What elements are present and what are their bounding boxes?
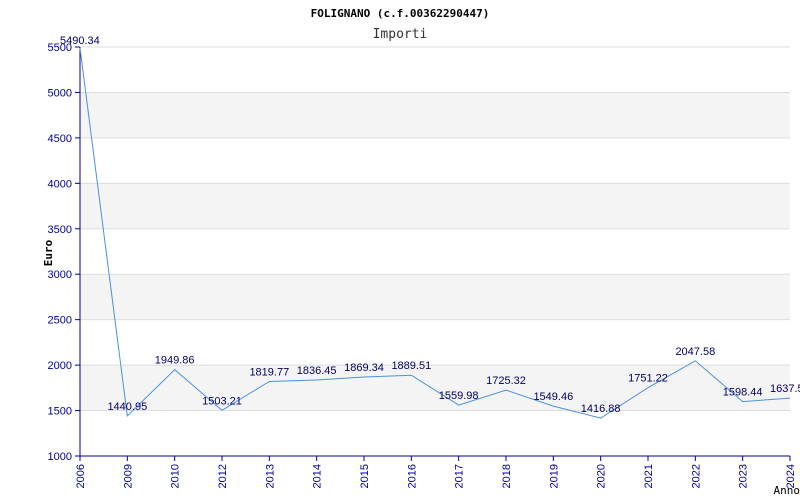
data-label: 5490.34: [60, 35, 100, 47]
grid-band: [80, 92, 790, 138]
y-tick-label: 3500: [48, 224, 72, 236]
y-tick-label: 1000: [48, 451, 72, 463]
x-tick-label: 2018: [501, 464, 513, 488]
y-tick-label: 3000: [48, 269, 72, 281]
x-tick-labels: 2006 2009 2010 2012 2013 2014 2015 2016 2017 2018…: [75, 464, 797, 488]
data-label: 1440.95: [107, 401, 147, 413]
x-tick-label: 2023: [738, 464, 750, 488]
x-tick-label: 2009: [122, 464, 134, 488]
x-tick-label: 2012: [217, 464, 229, 488]
data-label: 1751.22: [628, 373, 668, 385]
grid-band: [80, 365, 790, 411]
y-tick-label: 2500: [48, 315, 72, 327]
x-tick-label: 2010: [170, 464, 182, 488]
data-label: 1559.98: [439, 390, 479, 402]
grid-band: [80, 274, 790, 320]
y-tick-label: 4000: [48, 178, 72, 190]
y-tick-label: 5000: [48, 87, 72, 99]
x-tick-label: 2020: [596, 464, 608, 488]
data-label: 1869.34: [344, 362, 384, 374]
data-label: 1503.21: [202, 395, 242, 407]
data-label: 1416.88: [581, 403, 621, 415]
x-tick-label: 2014: [312, 464, 324, 488]
data-label: 1725.32: [486, 375, 526, 387]
x-tick-label: 2016: [406, 464, 418, 488]
x-tick-label: 2024: [785, 464, 797, 488]
grid-band: [80, 183, 790, 229]
data-label: 1549.46: [533, 391, 573, 403]
y-axis-label: Euro: [42, 239, 55, 266]
x-tick-label: 2013: [264, 464, 276, 488]
y-tick-label: 4500: [48, 133, 72, 145]
data-label: 1836.45: [297, 365, 337, 377]
line-chart: FOLIGNANO (c.f.00362290447) Importi Euro…: [42, 7, 800, 497]
data-label: 1819.77: [249, 366, 289, 378]
x-tick-label: 2006: [75, 464, 87, 488]
data-label: 1949.86: [155, 355, 195, 367]
x-tick-label: 2017: [454, 464, 466, 488]
chart-title: FOLIGNANO (c.f.00362290447): [311, 7, 490, 20]
data-label: 1889.51: [391, 360, 431, 372]
y-tick-label: 2000: [48, 360, 72, 372]
x-tick-label: 2019: [548, 464, 560, 488]
data-label: 1637.5: [770, 383, 800, 395]
x-tick-label: 2015: [359, 464, 371, 488]
data-label: 1598.44: [723, 387, 763, 399]
data-label: 2047.58: [675, 346, 715, 358]
y-tick-label: 1500: [48, 406, 72, 418]
x-tick-label: 2022: [690, 464, 702, 488]
x-tick-label: 2021: [643, 464, 655, 488]
chart-subtitle: Importi: [373, 27, 428, 42]
